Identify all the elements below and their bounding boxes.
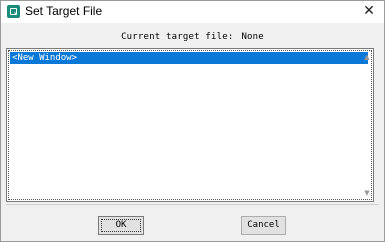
ok-button[interactable]: OK [98, 216, 144, 235]
title-bar[interactable]: Set Target File ✕ [1, 1, 384, 23]
current-target-line: Current target file: None [1, 32, 384, 42]
listbox-focus-border [8, 50, 372, 200]
scroll-down-arrow-icon[interactable]: ▼ [362, 188, 372, 198]
current-target-label: Current target file: [121, 32, 234, 42]
cancel-button[interactable]: Cancel [241, 216, 286, 235]
list-item-new-window[interactable]: <New Window> [10, 52, 368, 64]
current-target-value: None [241, 32, 264, 42]
dialog-window: Set Target File ✕ Current target file: No… [0, 0, 385, 242]
window-title: Set Target File [25, 4, 103, 18]
scroll-up-arrow-icon[interactable]: ▲ [362, 52, 372, 62]
close-icon[interactable]: ✕ [358, 1, 380, 23]
app-icon [7, 5, 20, 18]
listbox-scrollbar[interactable]: ▲ ▼ [362, 50, 372, 200]
target-file-listbox[interactable]: <New Window> ▲ ▼ [6, 48, 374, 202]
separator [6, 204, 379, 205]
